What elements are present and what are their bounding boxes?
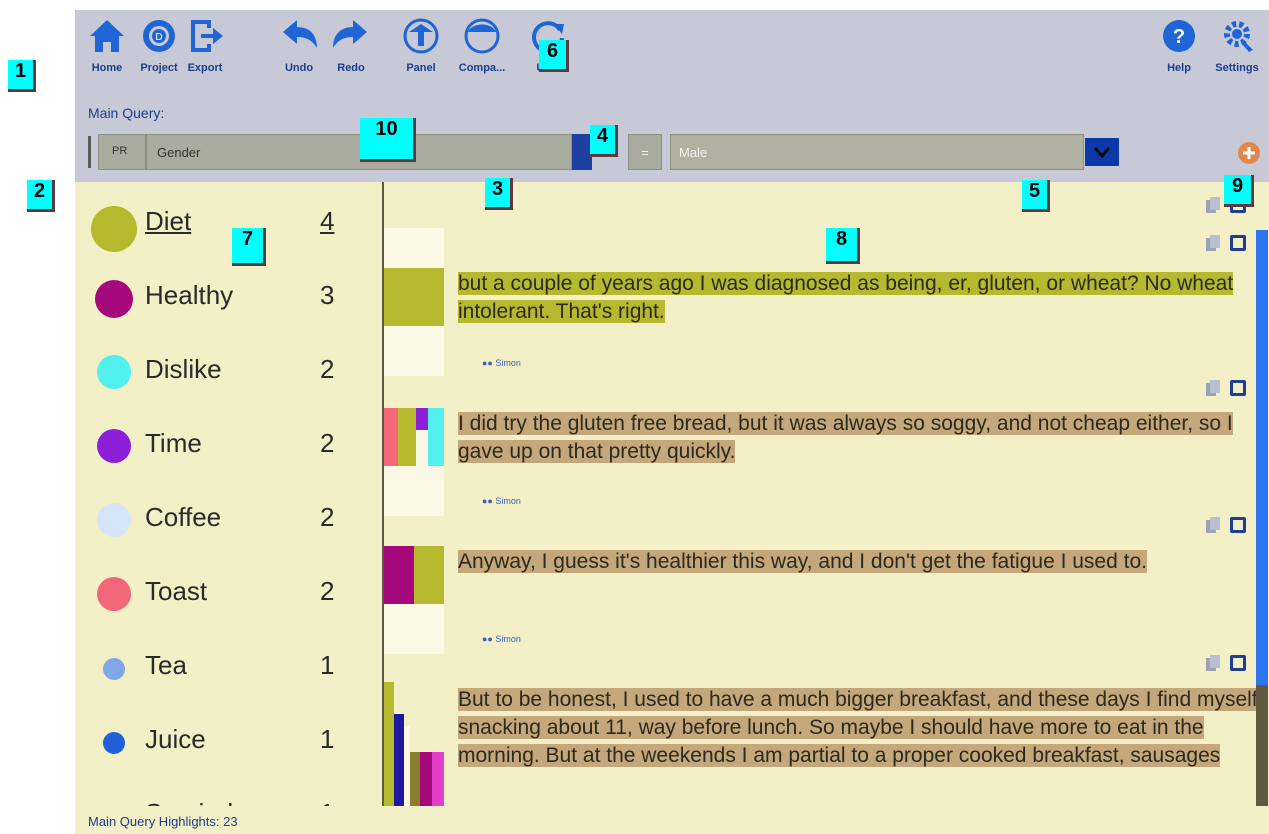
quote-icon: ●● bbox=[482, 496, 496, 506]
query-row: PR Gender = Male bbox=[88, 134, 1260, 170]
code-strip bbox=[384, 268, 444, 326]
excerpt-text[interactable]: But to be honest, I used to have a much … bbox=[458, 686, 1258, 770]
select-checkbox[interactable] bbox=[1230, 235, 1246, 251]
marker-5: 5 bbox=[1022, 180, 1050, 212]
copy-icon[interactable] bbox=[1204, 516, 1222, 534]
code-strip bbox=[384, 466, 444, 516]
marker-6: 6 bbox=[539, 40, 569, 72]
marker-7: 7 bbox=[232, 228, 266, 266]
marker-9: 9 bbox=[1224, 175, 1254, 207]
excerpt-text[interactable]: but a couple of years ago I was diagnose… bbox=[458, 270, 1258, 326]
copy-icon[interactable] bbox=[1204, 654, 1222, 672]
code-item-healthy[interactable]: Healthy 3 bbox=[87, 268, 367, 328]
select-checkbox[interactable] bbox=[1230, 380, 1246, 396]
speaker-label: ●● Simon bbox=[482, 634, 521, 644]
code-color-dot bbox=[103, 658, 125, 680]
undo-icon bbox=[283, 20, 317, 48]
pr-tag[interactable]: PR bbox=[98, 134, 146, 170]
help-icon: ? bbox=[1163, 20, 1195, 52]
excerpt-list: but a couple of years ago I was diagnose… bbox=[384, 182, 1269, 806]
code-color-dot bbox=[97, 577, 131, 611]
code-color-dot bbox=[97, 355, 131, 389]
operator-select[interactable]: = bbox=[628, 134, 662, 170]
scrollbar-track[interactable] bbox=[1256, 685, 1268, 806]
code-strip bbox=[384, 326, 444, 376]
panel-icon bbox=[403, 18, 439, 54]
add-query-button[interactable] bbox=[1238, 142, 1260, 164]
code-item-tea[interactable]: Tea 1 bbox=[87, 638, 367, 698]
speaker-label: ●● Simon bbox=[482, 358, 521, 368]
code-color-dot bbox=[103, 732, 125, 754]
redo-icon bbox=[333, 20, 367, 48]
query-field-select[interactable]: Gender bbox=[146, 134, 572, 170]
code-item-juice[interactable]: Juice 1 bbox=[87, 712, 367, 772]
code-item-dislike[interactable]: Dislike 2 bbox=[87, 342, 367, 402]
select-checkbox[interactable] bbox=[1230, 655, 1246, 671]
marker-1: 1 bbox=[8, 60, 36, 92]
scrollbar-thumb[interactable] bbox=[1256, 230, 1268, 685]
copy-icon[interactable] bbox=[1204, 234, 1222, 252]
app-window: Home D Project Export Undo Redo Panel Co… bbox=[75, 10, 1269, 834]
home-icon bbox=[90, 20, 124, 52]
export-icon bbox=[191, 20, 223, 52]
query-value-select[interactable]: Male bbox=[670, 134, 1084, 170]
code-item-semi-ok[interactable]: Semi-ok 1 bbox=[87, 786, 367, 806]
query-row-handle[interactable] bbox=[88, 136, 91, 168]
speaker-label: ●● Simon bbox=[482, 496, 521, 506]
code-strip bbox=[384, 604, 444, 654]
main-query-label: Main Query: bbox=[88, 105, 165, 121]
quote-icon: ●● bbox=[482, 358, 496, 368]
help-button[interactable]: ? Help bbox=[1147, 16, 1211, 74]
status-bar: Main Query Highlights: 23 bbox=[75, 806, 1269, 834]
quote-icon: ●● bbox=[482, 634, 496, 644]
code-list: Diet 4 Healthy 3 Dislike 2 Time 2 Coffee… bbox=[75, 182, 382, 806]
excerpt-text[interactable]: Anyway, I guess it's healthier this way,… bbox=[458, 548, 1258, 576]
marker-3: 3 bbox=[485, 178, 513, 210]
plus-icon bbox=[1243, 147, 1255, 159]
code-item-coffee[interactable]: Coffee 2 bbox=[87, 490, 367, 550]
code-color-dot bbox=[91, 206, 137, 252]
code-color-dot bbox=[97, 503, 131, 537]
marker-8: 8 bbox=[826, 228, 860, 264]
code-color-dot bbox=[95, 280, 133, 318]
settings-icon bbox=[1224, 21, 1253, 52]
value-dropdown-button[interactable] bbox=[1085, 138, 1119, 166]
chevron-down-icon bbox=[1093, 147, 1111, 159]
settings-button[interactable]: Settings bbox=[1205, 16, 1269, 74]
redo-button[interactable]: Redo bbox=[319, 16, 383, 74]
toolbar: Home D Project Export Undo Redo Panel Co… bbox=[75, 10, 1269, 182]
marker-4: 4 bbox=[590, 125, 618, 157]
svg-text:?: ? bbox=[1173, 26, 1185, 48]
svg-text:D: D bbox=[155, 32, 162, 43]
copy-icon[interactable] bbox=[1204, 196, 1222, 214]
field-dropdown-button[interactable] bbox=[572, 134, 592, 170]
panel-button[interactable]: Panel bbox=[389, 16, 453, 74]
marker-10: 10 bbox=[360, 118, 416, 162]
code-item-time[interactable]: Time 2 bbox=[87, 416, 367, 476]
code-strip bbox=[384, 228, 444, 268]
copy-icon[interactable] bbox=[1204, 379, 1222, 397]
code-strip bbox=[384, 408, 444, 466]
code-color-dot bbox=[97, 429, 131, 463]
scrollbar[interactable] bbox=[1256, 230, 1268, 806]
export-button[interactable]: Export bbox=[173, 16, 237, 74]
code-strip bbox=[384, 546, 444, 604]
code-item-diet[interactable]: Diet 4 bbox=[87, 194, 367, 254]
code-item-toast[interactable]: Toast 2 bbox=[87, 564, 367, 624]
code-strip bbox=[384, 682, 444, 806]
marker-2: 2 bbox=[27, 180, 55, 212]
excerpt-text[interactable]: I did try the gluten free bread, but it … bbox=[458, 410, 1258, 466]
select-checkbox[interactable] bbox=[1230, 517, 1246, 533]
compare-button[interactable]: Compa... bbox=[450, 16, 514, 74]
compare-icon bbox=[464, 18, 500, 54]
